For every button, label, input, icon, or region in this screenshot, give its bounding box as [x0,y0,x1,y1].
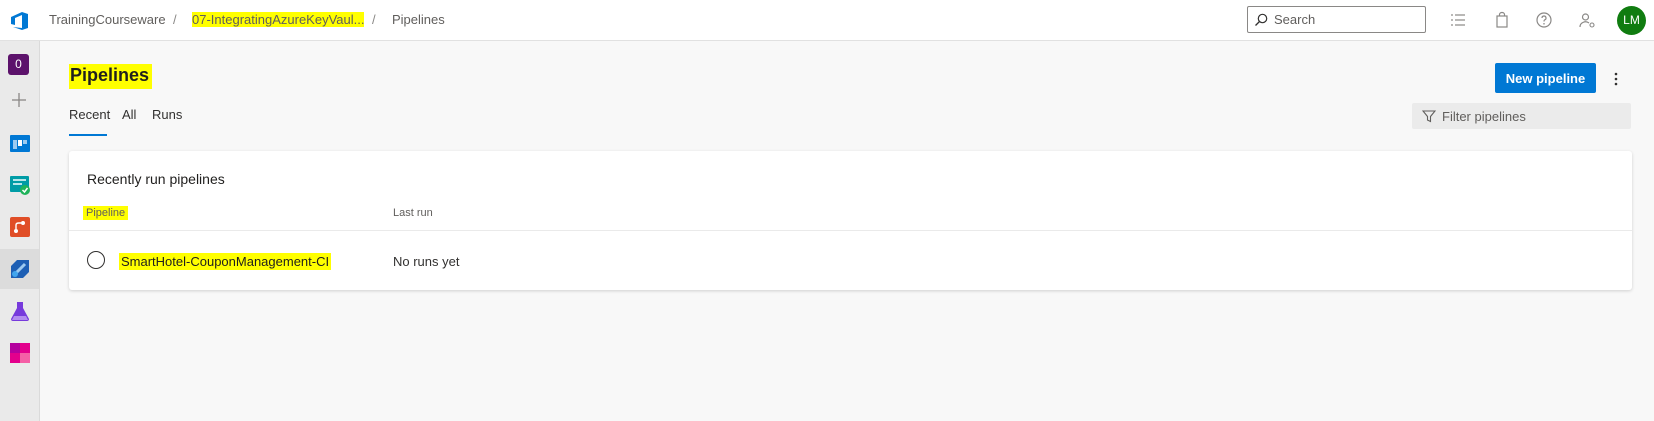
rail-item-organization[interactable]: 0 [0,43,39,83]
rail-item-test[interactable] [0,291,39,331]
organization-badge: 0 [8,54,29,75]
test-plans-icon [10,176,30,195]
breadcrumb-organization[interactable]: TrainingCourseware [49,12,166,27]
more-actions-icon[interactable] [1610,70,1622,88]
rail-item-test-plans[interactable] [0,165,39,205]
filter-icon [1422,110,1436,123]
rail-item-boards[interactable] [0,123,39,163]
breadcrumb-separator: / [372,12,376,27]
boards-icon [10,135,30,152]
new-pipeline-button[interactable]: New pipeline [1495,63,1596,93]
add-icon [12,93,26,107]
column-header-pipeline: Pipeline [83,206,129,220]
pipelines-icon [11,260,29,278]
tab-runs[interactable]: Runs [152,107,182,122]
checklist-icon[interactable] [1449,11,1467,29]
last-run-status: No runs yet [393,254,460,269]
tab-all[interactable]: All [122,107,136,122]
search-box[interactable] [1247,6,1426,33]
rail-item-add[interactable] [0,81,39,121]
rail-item-repos[interactable] [0,207,39,247]
status-not-run-icon [87,251,105,269]
divider [69,230,1632,231]
breadcrumb-separator: / [173,12,177,27]
recent-pipelines-card: Recently run pipelines Pipeline Last run… [69,151,1632,290]
avatar[interactable]: LM [1617,6,1646,35]
shopping-bag-icon[interactable] [1493,11,1511,29]
rail-item-artifacts[interactable] [0,333,39,373]
column-header-last-run: Last run [393,207,433,219]
user-settings-icon[interactable] [1578,11,1596,29]
breadcrumb-project[interactable]: 07-IntegratingAzureKeyVaul... [192,12,365,27]
pipeline-name-link[interactable]: SmartHotel-CouponManagement-CI [119,253,332,270]
top-bar: TrainingCourseware / 07-IntegratingAzure… [0,0,1654,41]
search-icon [1255,13,1268,26]
breadcrumb-pipelines[interactable]: Pipelines [392,12,445,27]
left-navigation-rail: 0 [0,41,40,421]
page-title: Pipelines [69,64,153,89]
help-icon[interactable] [1535,11,1553,29]
tab-recent[interactable]: Recent [69,107,110,122]
repos-icon [10,217,30,237]
azure-devops-logo-icon[interactable] [8,9,32,33]
filter-pipelines-input[interactable] [1442,107,1622,125]
search-input[interactable] [1274,10,1419,29]
card-title: Recently run pipelines [87,171,225,187]
artifacts-icon [10,343,30,363]
test-flask-icon [11,302,29,321]
rail-item-pipelines[interactable] [0,249,39,289]
selected-tab-indicator [69,134,107,136]
filter-box[interactable] [1412,103,1631,129]
